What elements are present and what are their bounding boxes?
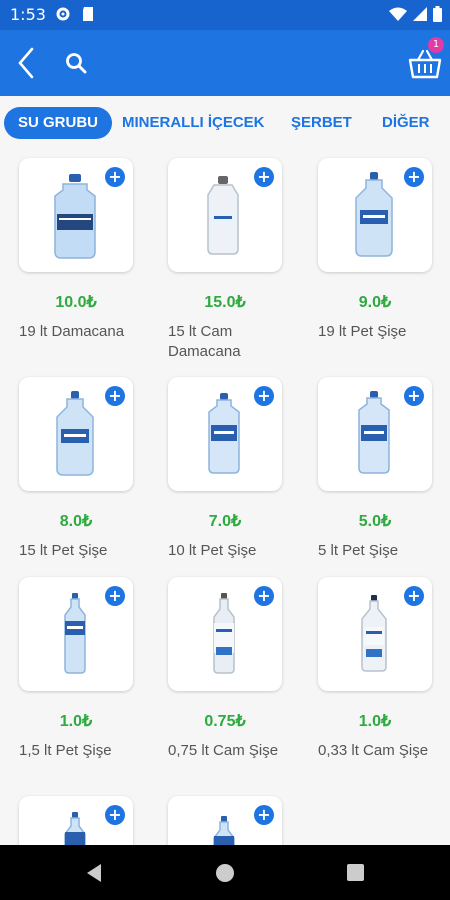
product-price: 8.0₺: [59, 513, 93, 530]
add-to-cart-button[interactable]: +: [404, 386, 424, 406]
product-image[interactable]: +: [19, 158, 133, 272]
back-button[interactable]: [8, 44, 44, 82]
product-price: 0.75₺: [204, 713, 246, 730]
product-price: 7.0₺: [208, 513, 242, 530]
product-grid: + 10.0₺ 19 lt Damacana + 15.0₺ 15 lt Cam…: [0, 151, 450, 845]
add-to-cart-button[interactable]: +: [105, 386, 125, 406]
sd-card-icon: [83, 7, 93, 21]
product-price: 10.0₺: [55, 294, 97, 311]
add-to-cart-button[interactable]: +: [254, 586, 274, 606]
add-to-cart-button[interactable]: +: [105, 586, 125, 606]
chevron-left-icon: [18, 47, 34, 79]
search-button[interactable]: [60, 47, 92, 79]
product-name: 19 lt Pet Şişe: [318, 323, 407, 340]
add-to-cart-button[interactable]: +: [254, 386, 274, 406]
cart-button[interactable]: 1: [406, 37, 446, 84]
status-bar: 1:53: [0, 0, 450, 30]
category-tabs: SU GRUBU MINERALLI İÇECEK ŞERBET DİĞER: [0, 97, 450, 151]
product-name: 19 lt Damacana: [19, 323, 125, 340]
wifi-icon: [389, 7, 407, 21]
signal-icon: [413, 7, 427, 21]
add-to-cart-button[interactable]: +: [105, 167, 125, 187]
tab-serbet[interactable]: ŞERBET: [291, 107, 352, 139]
product-image[interactable]: +: [318, 377, 432, 491]
product-price: 9.0₺: [358, 294, 392, 311]
product-name: 5 lt Pet Şişe: [318, 542, 399, 559]
product-image[interactable]: +: [168, 158, 282, 272]
add-to-cart-button[interactable]: +: [404, 167, 424, 187]
product-name: 0,33 lt Cam Şişe: [318, 742, 429, 759]
product-image[interactable]: +: [168, 377, 282, 491]
product-name: 1,5 lt Pet Şişe: [19, 742, 112, 759]
tab-diger[interactable]: DİĞER: [382, 107, 430, 139]
search-icon: [66, 53, 87, 74]
nav-back-icon[interactable]: [85, 863, 103, 883]
product-price: 5.0₺: [358, 513, 392, 530]
add-to-cart-button[interactable]: +: [254, 167, 274, 187]
product-name: 0,75 lt Cam Şişe: [168, 742, 279, 759]
nav-recents-button[interactable]: [347, 864, 364, 881]
product-price: 15.0₺: [204, 294, 246, 311]
product-image[interactable]: +: [19, 796, 133, 845]
product-image[interactable]: +: [19, 577, 133, 691]
add-to-cart-button[interactable]: +: [404, 586, 424, 606]
product-price: 1.0₺: [59, 713, 93, 730]
battery-icon: [433, 6, 442, 22]
settings-icon: [56, 7, 70, 21]
product-name: 15 lt Pet Şişe: [19, 542, 108, 559]
product-image[interactable]: +: [168, 577, 282, 691]
nav-home-button[interactable]: [216, 864, 234, 882]
product-image[interactable]: +: [318, 577, 432, 691]
add-to-cart-button[interactable]: +: [254, 805, 274, 825]
app-bar: 1: [0, 30, 450, 96]
product-name: 15 lt Cam Damacana: [168, 323, 241, 360]
tab-mineralli-icecek[interactable]: MINERALLI İÇECEK: [122, 107, 265, 139]
product-name: 10 lt Pet Şişe: [168, 542, 257, 559]
tab-su-grubu[interactable]: SU GRUBU: [4, 107, 113, 139]
add-to-cart-button[interactable]: +: [105, 805, 125, 825]
cart-count-badge: 1: [428, 37, 444, 53]
product-image[interactable]: +: [318, 158, 432, 272]
system-nav-bar: [0, 845, 450, 900]
product-price: 1.0₺: [358, 713, 392, 730]
product-image[interactable]: +: [19, 377, 133, 491]
product-image[interactable]: +: [168, 796, 282, 845]
status-time: 1:53: [10, 5, 46, 24]
